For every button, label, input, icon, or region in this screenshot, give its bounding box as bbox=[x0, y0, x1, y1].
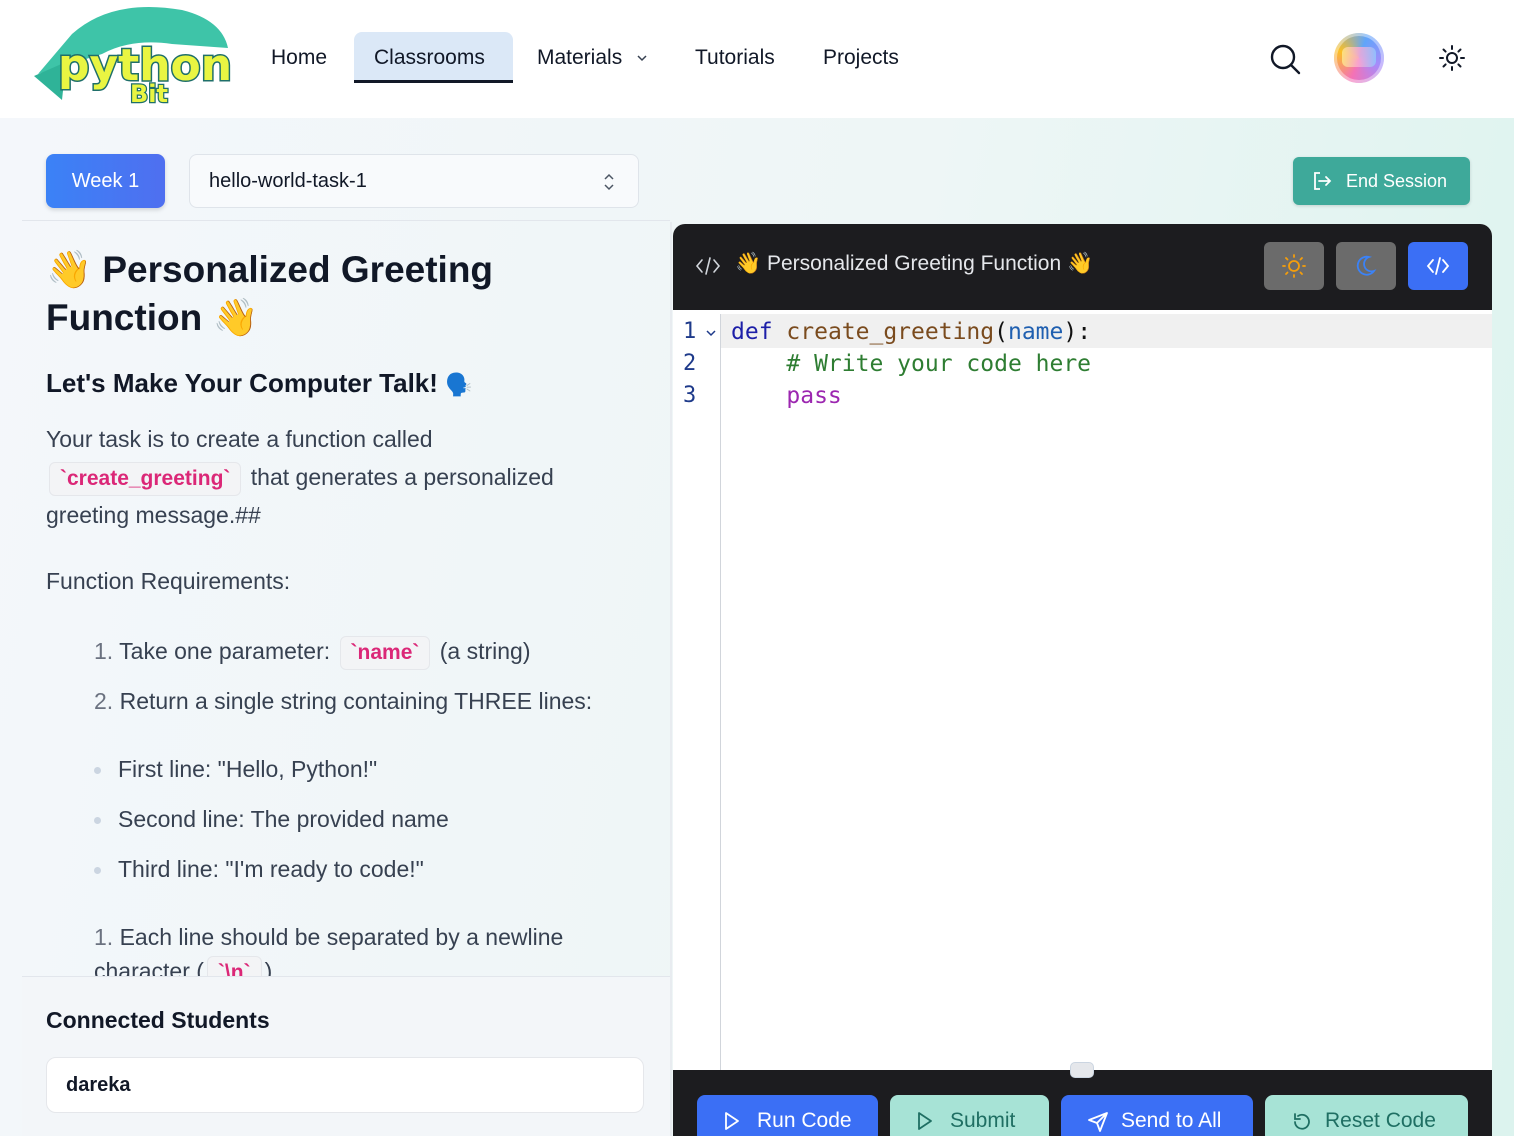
code-editor-panel: 👋 Personalized Greeting Function 👋 1 2 3… bbox=[673, 224, 1492, 1136]
play-icon bbox=[725, 1112, 739, 1130]
fold-chevron-icon[interactable] bbox=[705, 328, 717, 338]
inline-code: `create_greeting` bbox=[49, 462, 242, 496]
light-theme-button[interactable] bbox=[1264, 242, 1324, 290]
python-bit-logo[interactable]: python Bit bbox=[32, 4, 232, 108]
send-icon bbox=[1088, 1112, 1108, 1132]
moon-icon bbox=[1356, 255, 1377, 276]
code-line[interactable]: pass bbox=[731, 380, 841, 412]
code-icon bbox=[1426, 257, 1450, 275]
task-intro: Your task is to create a function called… bbox=[46, 420, 626, 534]
inline-code: `name` bbox=[339, 636, 431, 670]
wave-emoji-icon: 👋 bbox=[212, 297, 259, 338]
end-session-label: End Session bbox=[1346, 171, 1448, 191]
top-navbar: python Bit Home Classrooms Materials Tut… bbox=[0, 0, 1514, 118]
task-title: 👋 Personalized Greeting Function 👋 bbox=[46, 246, 606, 342]
list-item: First line: "Hello, Python!" bbox=[93, 752, 377, 786]
nav-materials-label: Materials bbox=[537, 46, 623, 69]
week-selector-button[interactable]: Week 1 bbox=[46, 154, 165, 208]
task-title-text: Personalized Greeting Function bbox=[46, 249, 494, 338]
code-view-button[interactable] bbox=[1408, 242, 1468, 290]
sun-icon[interactable] bbox=[1438, 44, 1466, 72]
line-number-gutter bbox=[673, 314, 721, 1070]
wave-emoji-icon: 👋 bbox=[46, 249, 93, 290]
line-number: 3 bbox=[683, 383, 697, 408]
requirement-item: 1. Each line should be separated by a ne… bbox=[94, 920, 654, 976]
code-line[interactable]: # Write your code here bbox=[731, 348, 1091, 380]
code-param: name bbox=[1007, 319, 1064, 345]
requirements-heading: Function Requirements: bbox=[46, 568, 291, 594]
reset-icon bbox=[1294, 1113, 1310, 1130]
line-number: 1 bbox=[683, 319, 697, 344]
requirement-text: Each line should be separated by a newli… bbox=[119, 924, 564, 950]
end-session-button[interactable]: End Session bbox=[1293, 157, 1470, 205]
logout-icon bbox=[1314, 172, 1332, 190]
nav-home-label: Home bbox=[271, 46, 328, 69]
reset-code-button[interactable]: Reset Code bbox=[1265, 1095, 1468, 1136]
task-description-panel[interactable]: 👋 Personalized Greeting Function 👋 Let's… bbox=[22, 222, 670, 976]
search-icon[interactable] bbox=[1268, 42, 1302, 76]
requirement-text: Return a single string containing THREE … bbox=[119, 688, 593, 714]
user-avatar[interactable] bbox=[1334, 33, 1384, 83]
requirement-text: Take one parameter: bbox=[119, 638, 331, 664]
nav-tutorials[interactable]: Tutorials bbox=[675, 32, 795, 84]
nav-projects-label: Projects bbox=[823, 46, 899, 69]
intro-text: Your task is to create a function called bbox=[46, 426, 433, 452]
code-punct: ( bbox=[994, 319, 1008, 345]
run-code-label: Run Code bbox=[757, 1109, 852, 1132]
requirement-item: 2. Return a single string containing THR… bbox=[94, 684, 592, 718]
run-code-button[interactable]: Run Code bbox=[697, 1095, 878, 1136]
line-number: 2 bbox=[683, 351, 697, 376]
editor-title: 👋 Personalized Greeting Function 👋 bbox=[735, 252, 1094, 275]
task-subtitle-text: Let's Make Your Computer Talk! bbox=[46, 368, 438, 398]
reset-code-label: Reset Code bbox=[1325, 1109, 1436, 1132]
code-icon bbox=[695, 257, 721, 275]
nav-projects[interactable]: Projects bbox=[803, 32, 919, 84]
task-select-value: hello-world-task-1 bbox=[209, 170, 367, 192]
send-to-all-button[interactable]: Send to All bbox=[1061, 1095, 1253, 1136]
task-select[interactable]: hello-world-task-1 bbox=[189, 154, 639, 208]
requirement-text: character ( bbox=[94, 958, 204, 976]
code-punct: ): bbox=[1063, 319, 1092, 345]
submit-button[interactable]: Submit bbox=[890, 1095, 1049, 1136]
connected-students-panel: Connected Students dareka bbox=[22, 976, 670, 1136]
chevron-down-icon bbox=[637, 55, 647, 62]
editor-header: 👋 Personalized Greeting Function 👋 bbox=[673, 224, 1492, 310]
code-function-name: create_greeting bbox=[786, 319, 995, 345]
nav-tutorials-label: Tutorials bbox=[695, 46, 775, 69]
list-number: 2. bbox=[94, 688, 114, 714]
nav-materials[interactable]: Materials bbox=[517, 32, 668, 84]
divider bbox=[22, 220, 670, 221]
editor-resize-handle[interactable] bbox=[1070, 1062, 1094, 1078]
editor-action-bar: Run Code Submit Send to All Reset Code bbox=[673, 1070, 1492, 1136]
list-item: Second line: The provided name bbox=[94, 802, 449, 836]
code-keyword: def bbox=[731, 319, 773, 345]
logo-subtext: Bit bbox=[130, 80, 168, 108]
requirement-text: ) bbox=[264, 958, 273, 976]
dark-theme-button[interactable] bbox=[1336, 242, 1396, 290]
list-number: 1. bbox=[94, 638, 114, 664]
inline-code: `\n` bbox=[206, 956, 262, 976]
requirement-text: (a string) bbox=[439, 638, 531, 664]
send-to-all-label: Send to All bbox=[1121, 1109, 1222, 1132]
requirement-item: 1. Take one parameter: `name` (a string) bbox=[94, 634, 531, 670]
code-line[interactable]: def create_greeting(name): bbox=[731, 316, 1091, 348]
speaking-head-icon: 🗣️ bbox=[445, 372, 473, 397]
panel-resize-divider[interactable] bbox=[670, 222, 672, 1136]
submit-label: Submit bbox=[950, 1109, 1016, 1132]
week-label: Week 1 bbox=[71, 170, 140, 192]
list-item: Third line: "I'm ready to code!" bbox=[94, 852, 424, 886]
list-number: 1. bbox=[94, 924, 114, 950]
student-item[interactable]: dareka bbox=[46, 1057, 644, 1113]
nav-classrooms-label: Classrooms bbox=[374, 46, 485, 69]
play-icon bbox=[918, 1112, 932, 1130]
chevron-updown-icon bbox=[604, 173, 614, 191]
nav-classrooms[interactable]: Classrooms bbox=[354, 32, 513, 83]
nav-home[interactable]: Home bbox=[251, 32, 347, 84]
connected-students-heading: Connected Students bbox=[46, 1007, 270, 1033]
task-subtitle: Let's Make Your Computer Talk! 🗣️ bbox=[46, 368, 473, 399]
sun-icon bbox=[1282, 254, 1306, 278]
